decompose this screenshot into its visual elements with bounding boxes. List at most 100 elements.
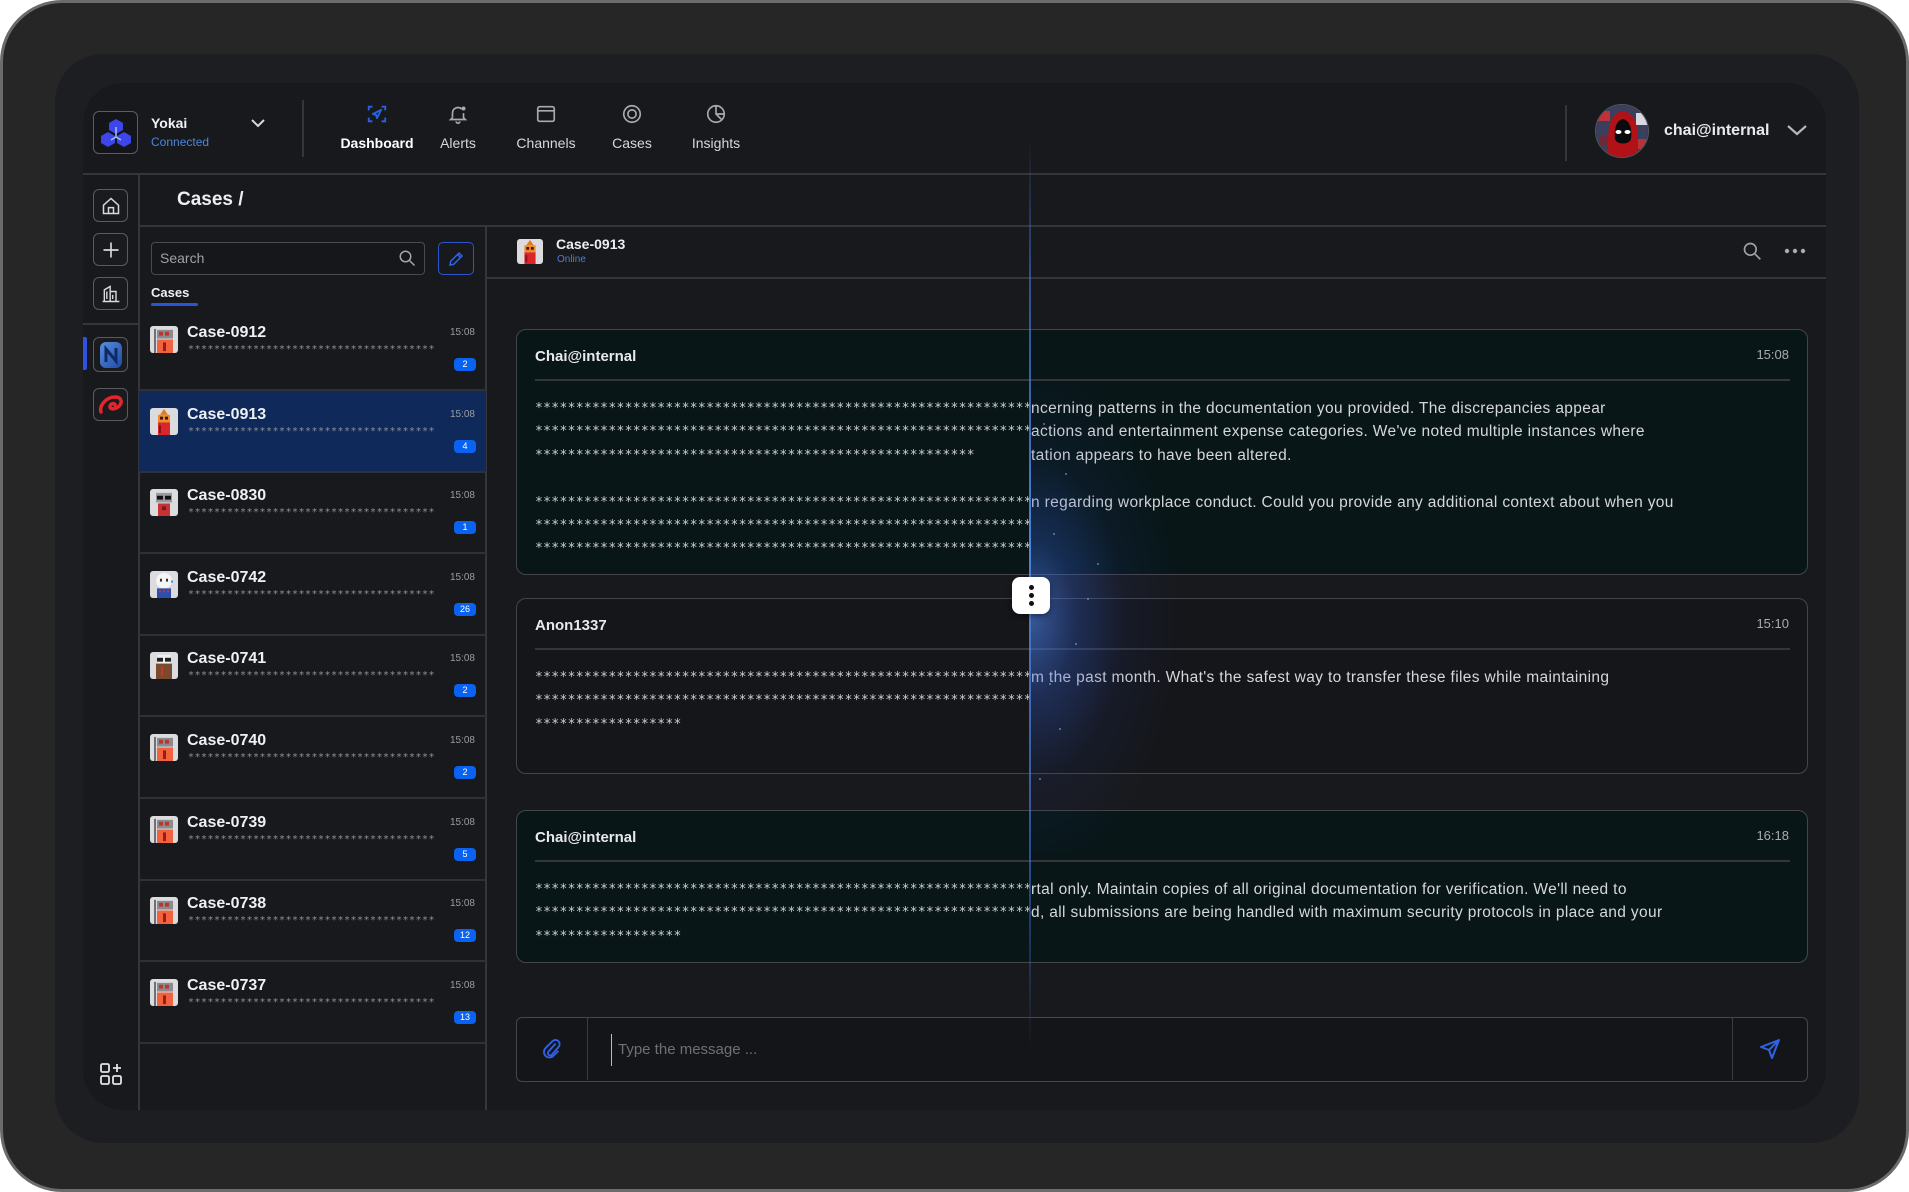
masked-text: ****************************************…	[535, 518, 1030, 533]
message-line: ****************************************…	[517, 689, 1807, 712]
case-avatar-icon	[150, 978, 178, 1006]
nav-label: Channels	[516, 135, 576, 151]
case-list-item[interactable]: Case-0737 15:08 **************************…	[139, 962, 486, 1044]
nav-label: Insights	[691, 135, 741, 151]
case-list-item[interactable]: Case-0738 15:08 **************************…	[139, 880, 486, 963]
case-list-item[interactable]: Case-0742 15:08 **************************…	[139, 554, 486, 636]
case-preview-masked: **************************************	[188, 996, 436, 1008]
paperclip-icon	[543, 1039, 561, 1059]
case-avatar-icon	[150, 897, 178, 925]
bell-icon	[448, 106, 468, 124]
case-time: 15:08	[449, 816, 475, 828]
nav-tab-alerts[interactable]: Alerts	[415, 83, 501, 174]
new-case-button[interactable]	[438, 242, 474, 275]
user-avatar[interactable]	[1595, 104, 1649, 158]
message-author: Chai@internal	[535, 829, 637, 846]
chevron-down-icon[interactable]	[249, 115, 267, 131]
red-workspace-app-icon	[98, 394, 123, 414]
message-line: ****************************************…	[517, 491, 1807, 514]
reveal-slider-handle[interactable]	[1012, 577, 1050, 614]
workspace-logo[interactable]	[93, 111, 138, 154]
message-line: ****************************************…	[517, 878, 1807, 901]
case-time: 15:08	[449, 571, 475, 583]
yokai-hex-logo-icon	[100, 118, 131, 147]
unread-count-badge: 5	[454, 847, 476, 861]
case-name: Case-0742	[187, 568, 267, 586]
message-card: Anon1337 15:10 ***************************…	[516, 598, 1808, 774]
case-avatar-icon	[150, 815, 178, 843]
case-list-item[interactable]: Case-0913 15:08 **************************…	[139, 390, 486, 473]
case-name: Case-0912	[187, 324, 267, 341]
nav-tab-cases[interactable]: Cases	[589, 83, 675, 174]
rail-organizations-button[interactable]	[93, 277, 128, 310]
masked-text: ****************************************…	[535, 670, 1030, 685]
search-icon[interactable]	[1742, 241, 1762, 261]
chevron-down-icon[interactable]	[1785, 122, 1809, 138]
hooded-figure-avatar-icon	[1596, 105, 1648, 157]
search-icon[interactable]	[398, 249, 416, 267]
message-author: Chai@internal	[535, 348, 637, 365]
masked-text: ****************************************…	[535, 693, 1030, 709]
case-avatar-icon	[150, 652, 178, 680]
user-name[interactable]: chai@internal	[1664, 121, 1769, 141]
unread-count-badge: 13	[454, 1010, 476, 1024]
tab-cases[interactable]: Cases	[151, 284, 189, 302]
rail-add-button[interactable]	[93, 233, 128, 266]
message-line	[517, 467, 1807, 490]
rail-home-button[interactable]	[93, 189, 128, 222]
app-window: Yokai Connected Dashboard Alerts Channel…	[83, 83, 1826, 1110]
pie-chart-icon	[706, 104, 726, 124]
masked-text: ****************************************…	[535, 494, 1030, 510]
case-avatar-icon	[150, 407, 178, 435]
rail-workspace-red[interactable]	[93, 388, 128, 421]
message-time: 15:08	[1756, 347, 1789, 362]
case-avatar-icon	[150, 734, 178, 761]
case-list-item[interactable]: Case-0741 15:08 **************************…	[139, 635, 486, 718]
message-line: ****************************************…	[517, 901, 1807, 924]
send-icon	[1760, 1039, 1780, 1059]
case-time: 15:08	[449, 898, 475, 910]
header-divider	[1565, 105, 1567, 161]
nav-label: Alerts	[440, 135, 476, 151]
unread-count-badge: 2	[454, 766, 476, 779]
message-time: 16:18	[1756, 828, 1789, 843]
nav-tab-insights[interactable]: Insights	[673, 83, 759, 174]
nav-tab-dashboard[interactable]: Dashboard	[334, 83, 420, 174]
case-search-field[interactable]	[151, 242, 425, 275]
masked-text: ****************************************…	[535, 882, 1030, 897]
send-button[interactable]	[1732, 1018, 1807, 1080]
message-time: 15:10	[1756, 616, 1789, 631]
building-icon	[102, 284, 119, 302]
target-icon	[622, 104, 642, 124]
case-list-item[interactable]: Case-0830 15:08 **************************…	[139, 472, 486, 555]
case-name: Case-0741	[187, 650, 267, 668]
case-name: Case-0740	[187, 732, 267, 749]
more-options-icon[interactable]	[1783, 243, 1807, 259]
case-name: Case-0913	[187, 405, 267, 423]
nav-tab-channels[interactable]: Channels	[503, 83, 589, 174]
unread-count-badge: 12	[454, 929, 476, 943]
case-time: 15:08	[449, 327, 475, 338]
case-list-item[interactable]: Case-0739 15:08 **************************…	[139, 799, 486, 881]
nav-label: Dashboard	[340, 135, 414, 151]
case-preview-masked: **************************************	[188, 752, 436, 763]
message-composer	[516, 1017, 1808, 1082]
case-preview-masked: **************************************	[188, 915, 436, 927]
connection-status: Connected	[151, 135, 210, 149]
message-line: ****************************************…	[517, 420, 1807, 443]
case-time: 15:08	[449, 490, 475, 502]
message-divider	[535, 860, 1790, 862]
message-card: Chai@internal 15:08 **********************…	[516, 329, 1808, 575]
unread-count-badge: 26	[454, 602, 476, 616]
case-list-item[interactable]: Case-0740 15:08 **************************…	[139, 717, 486, 799]
case-time: 15:08	[449, 979, 475, 991]
breadcrumb: Cases /	[177, 189, 244, 210]
case-list-item[interactable]: Case-0912 15:08 **************************…	[139, 309, 486, 391]
message-line: ****************************************…	[517, 444, 1807, 467]
revealed-text: m the past month. What's the safest way …	[1031, 669, 1610, 686]
add-widget-grid-icon[interactable]	[99, 1062, 123, 1086]
case-search-input[interactable]	[160, 243, 380, 273]
message-input[interactable]	[611, 1034, 1720, 1066]
rail-workspace-blue[interactable]	[93, 337, 128, 372]
attach-button[interactable]	[517, 1018, 588, 1080]
